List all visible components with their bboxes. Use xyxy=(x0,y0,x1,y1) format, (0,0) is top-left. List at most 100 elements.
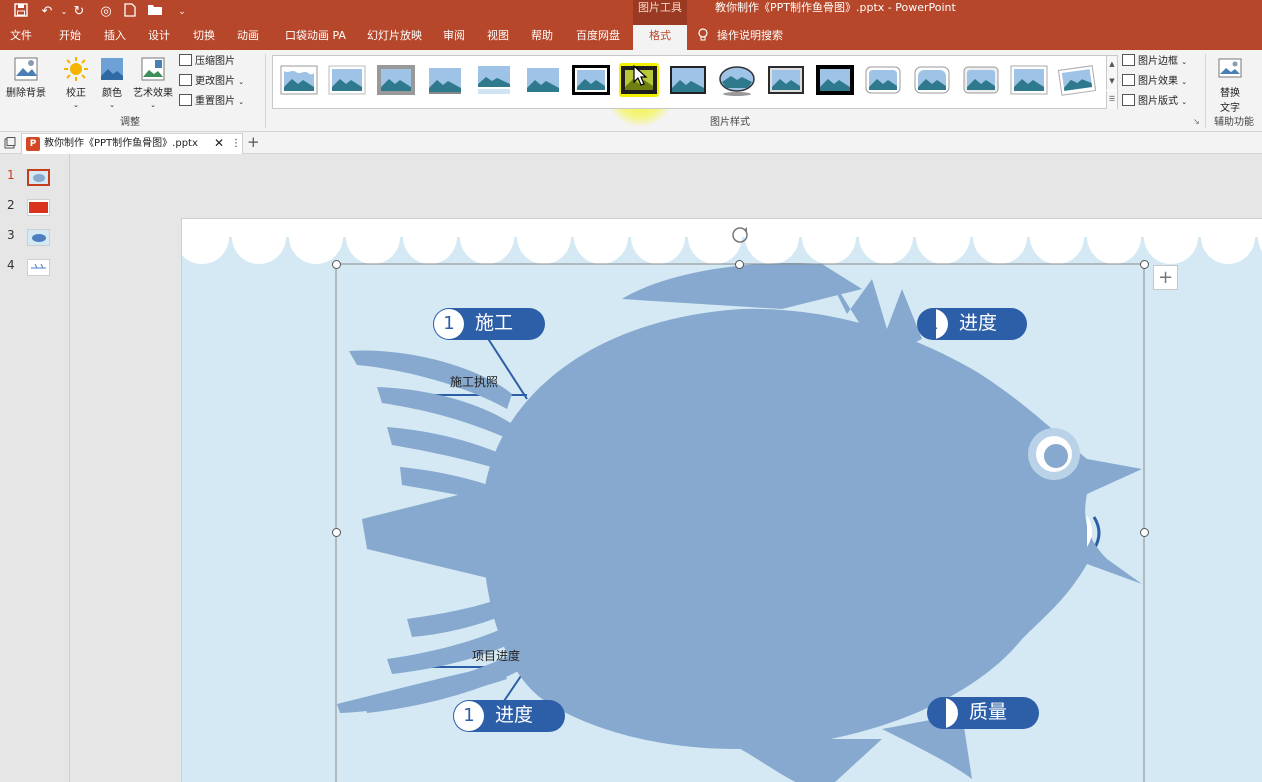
resize-handle-left[interactable] xyxy=(332,528,341,537)
picture-effects-label: 图片效果 xyxy=(1138,76,1178,87)
powerpoint-file-icon: P xyxy=(26,137,40,151)
slide-thumbnail-2[interactable] xyxy=(27,199,50,216)
slide-number: 2 xyxy=(7,198,15,212)
artistic-effects-icon xyxy=(141,57,165,81)
layout-options-button[interactable]: + xyxy=(1153,265,1178,290)
open-folder-icon[interactable] xyxy=(146,3,164,21)
resize-handle-top-right[interactable] xyxy=(1140,260,1149,269)
tab-transitions[interactable]: 切换 xyxy=(193,25,215,50)
reset-picture-button[interactable]: 重置图片 ⌄ xyxy=(179,93,244,111)
present-from-start-icon[interactable]: ◎ xyxy=(97,3,115,21)
new-file-icon[interactable] xyxy=(121,3,139,21)
tab-animations[interactable]: 动画 xyxy=(237,25,259,50)
tab-view[interactable]: 视图 xyxy=(487,25,509,50)
tab-menu-icon[interactable]: ⋮ xyxy=(231,134,241,153)
sun-icon xyxy=(64,57,88,81)
picture-styles-dialog-launcher-icon[interactable]: ↘ xyxy=(1193,118,1201,126)
picture-style-5[interactable] xyxy=(474,63,514,97)
picture-border-icon xyxy=(1122,54,1135,66)
category-label: 进度 xyxy=(495,704,534,726)
compress-pictures-button[interactable]: 压缩图片 xyxy=(179,53,235,71)
tab-manager-icon[interactable] xyxy=(4,137,16,149)
picture-style-15[interactable] xyxy=(961,63,1001,97)
slide-thumbnail-1[interactable] xyxy=(27,169,50,186)
document-tab[interactable]: P 教你制作《PPT制作鱼骨图》.pptx ✕ ⋮ xyxy=(21,133,243,154)
picture-style-11[interactable] xyxy=(766,63,806,97)
reset-dropdown-icon: ⌄ xyxy=(238,98,245,106)
corrections-label: 校正 xyxy=(66,88,86,99)
corrections-button[interactable]: 校正 ⌄ xyxy=(60,56,92,110)
remove-background-icon xyxy=(14,57,38,81)
slide-number: 3 xyxy=(7,228,15,242)
slide-thumbnail-pane: 1 2 3 4 xyxy=(0,154,70,782)
artistic-effects-button[interactable]: 艺术效果 ⌄ xyxy=(131,56,175,110)
picture-style-4[interactable] xyxy=(425,63,465,97)
fishbone-sub-label: 施工执照 xyxy=(450,375,499,389)
effects-dropdown-icon: ⌄ xyxy=(1181,78,1188,86)
resize-handle-top[interactable] xyxy=(735,260,744,269)
picture-style-1[interactable] xyxy=(279,63,319,97)
resize-handle-top-left[interactable] xyxy=(332,260,341,269)
picture-style-13[interactable] xyxy=(863,63,903,97)
resize-handle-right[interactable] xyxy=(1140,528,1149,537)
tell-me-search[interactable]: 操作说明搜索 xyxy=(697,25,783,50)
tab-design[interactable]: 设计 xyxy=(148,25,170,50)
picture-style-12[interactable] xyxy=(815,63,855,97)
slide-thumbnail-4[interactable] xyxy=(27,259,50,276)
alt-text-label-line1: 替换 xyxy=(1220,88,1240,99)
ribbon: 删除背景 校正 ⌄ 颜色 ⌄ 艺术效果 ⌄ 压缩图片 更改图片 ⌄ 重置图片 ⌄ 调整… xyxy=(0,50,1262,132)
remove-background-button[interactable]: 删除背景 xyxy=(3,56,49,99)
tab-home[interactable]: 开始 xyxy=(59,25,81,50)
change-picture-button[interactable]: 更改图片 ⌄ xyxy=(179,73,244,91)
tab-format[interactable]: 格式 xyxy=(633,25,687,50)
picture-layout-label: 图片版式 xyxy=(1138,96,1178,107)
category-number: 1 xyxy=(434,309,464,339)
undo-icon[interactable]: ↶ xyxy=(38,3,56,21)
picture-style-10[interactable] xyxy=(717,63,757,97)
title-bar: ↶ ⌄ ↻ ◎ ⌄ 图片工具 教你制作《PPT制作鱼骨图》.pptx - Pow… xyxy=(0,0,1262,25)
redo-icon[interactable]: ↻ xyxy=(70,3,88,21)
alt-text-button[interactable]: 替换 文字 xyxy=(1210,56,1250,114)
category-number-hidden xyxy=(946,698,958,728)
picture-style-2[interactable] xyxy=(327,63,367,97)
picture-layout-button[interactable]: 图片版式 ⌄ xyxy=(1122,93,1187,111)
picture-style-14[interactable] xyxy=(912,63,952,97)
picture-border-button[interactable]: 图片边框 ⌄ xyxy=(1122,53,1187,71)
tab-insert[interactable]: 插入 xyxy=(104,25,126,50)
category-pill-construction: 1 施工 xyxy=(433,308,545,340)
picture-style-17[interactable] xyxy=(1057,63,1097,97)
new-tab-icon[interactable]: + xyxy=(247,132,260,152)
slide-number: 1 xyxy=(7,168,15,182)
mouse-cursor-icon xyxy=(633,65,648,86)
picture-effects-button[interactable]: 图片效果 ⌄ xyxy=(1122,73,1187,91)
tab-file[interactable]: 文件 xyxy=(10,25,32,50)
gallery-scroll-up[interactable]: ▲ xyxy=(1106,56,1117,73)
picture-style-3[interactable] xyxy=(376,63,416,97)
corrections-dropdown-icon: ⌄ xyxy=(73,101,79,109)
close-tab-icon[interactable]: ✕ xyxy=(214,134,224,153)
picture-style-16[interactable] xyxy=(1009,63,1049,97)
tab-slideshow[interactable]: 幻灯片放映 xyxy=(367,25,422,50)
window-title: 教你制作《PPT制作鱼骨图》.pptx - PowerPoint xyxy=(715,1,956,14)
picture-style-7[interactable] xyxy=(571,63,611,97)
color-button[interactable]: 颜色 ⌄ xyxy=(98,56,126,110)
picture-tools-group: 图片工具 xyxy=(633,0,687,25)
slide-thumbnail-3[interactable] xyxy=(27,229,50,246)
layout-dropdown-icon: ⌄ xyxy=(1181,98,1188,106)
rotate-handle[interactable] xyxy=(734,225,748,239)
tab-review[interactable]: 审阅 xyxy=(443,25,465,50)
picture-style-6[interactable] xyxy=(523,63,563,97)
group-separator xyxy=(265,54,266,128)
tab-help[interactable]: 帮助 xyxy=(531,25,553,50)
slide-canvas[interactable]: + 1 施工 1 进度 1 进度 质量 施工执照 项目进度 xyxy=(181,218,1262,782)
tab-pocket-animation[interactable]: 口袋动画 PA xyxy=(285,25,346,50)
tab-baidu-netdisk[interactable]: 百度网盘 xyxy=(576,25,620,50)
gallery-scroll-down[interactable]: ▼ xyxy=(1106,73,1117,90)
save-icon[interactable] xyxy=(12,3,30,21)
picture-styles-gallery: ▲ ▼ ☰ xyxy=(272,55,1118,109)
gallery-more-button[interactable]: ☰ xyxy=(1106,91,1117,109)
picture-style-9[interactable] xyxy=(668,63,708,97)
change-dropdown-icon: ⌄ xyxy=(238,78,245,86)
change-picture-icon xyxy=(179,74,192,86)
customize-qat-icon[interactable]: ⌄ xyxy=(173,3,191,21)
